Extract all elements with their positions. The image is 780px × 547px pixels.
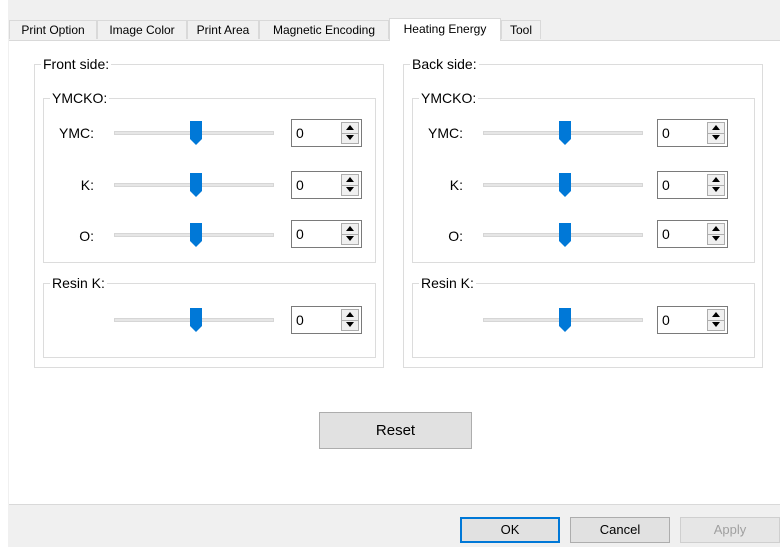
front-k-value[interactable]: 0 bbox=[296, 176, 304, 194]
back-ymcko-title: YMCKO: bbox=[419, 89, 479, 107]
spin-down-arrow-icon[interactable] bbox=[708, 234, 724, 244]
front-side-group: Front side: YMCKO: YMC: 0 K: 0 O: 0 Resi… bbox=[34, 55, 384, 368]
front-resin-spin-buttons bbox=[341, 309, 359, 331]
front-k-spinbox[interactable]: 0 bbox=[291, 171, 362, 199]
back-resin-spin-buttons bbox=[707, 309, 725, 331]
back-resin-spinbox[interactable]: 0 bbox=[657, 306, 728, 334]
front-ymcko-title: YMCKO: bbox=[50, 89, 110, 107]
back-ymc-label: YMC: bbox=[428, 125, 463, 141]
reset-button[interactable]: Reset bbox=[319, 412, 472, 449]
heating-energy-panel: Front side: YMCKO: YMC: 0 K: 0 O: 0 Resi… bbox=[9, 40, 780, 505]
back-side-title: Back side: bbox=[410, 55, 479, 73]
back-o-slider-thumb[interactable] bbox=[559, 223, 571, 247]
back-resin-value[interactable]: 0 bbox=[662, 311, 670, 329]
spin-down-arrow-icon[interactable] bbox=[708, 320, 724, 330]
front-k-label: K: bbox=[80, 177, 94, 193]
back-ymc-spin-buttons bbox=[707, 122, 725, 144]
front-ymc-label: YMC: bbox=[59, 125, 94, 141]
front-o-spinbox[interactable]: 0 bbox=[291, 220, 362, 248]
front-side-title: Front side: bbox=[41, 55, 112, 73]
apply-button[interactable]: Apply bbox=[680, 517, 780, 543]
front-o-value[interactable]: 0 bbox=[296, 225, 304, 243]
left-edge bbox=[0, 0, 8, 547]
back-side-group: Back side: YMCKO: YMC: 0 K: 0 O: 0 Resin… bbox=[403, 55, 763, 368]
back-k-spinbox[interactable]: 0 bbox=[657, 171, 728, 199]
tab-print-area[interactable]: Print Area bbox=[187, 20, 259, 39]
tab-image-color[interactable]: Image Color bbox=[97, 20, 187, 39]
back-ymc-value[interactable]: 0 bbox=[662, 124, 670, 142]
back-o-value[interactable]: 0 bbox=[662, 225, 670, 243]
back-k-value[interactable]: 0 bbox=[662, 176, 670, 194]
spin-down-arrow-icon[interactable] bbox=[342, 133, 358, 143]
back-k-slider-thumb[interactable] bbox=[559, 173, 571, 197]
front-resin-title: Resin K: bbox=[50, 274, 107, 292]
front-ymc-spinbox[interactable]: 0 bbox=[291, 119, 362, 147]
spin-down-arrow-icon[interactable] bbox=[708, 185, 724, 195]
front-ymc-spin-buttons bbox=[341, 122, 359, 144]
back-resin-group: Resin K: 0 bbox=[412, 274, 755, 358]
front-o-spin-buttons bbox=[341, 223, 359, 245]
back-k-label: K: bbox=[449, 177, 463, 193]
back-resin-slider-thumb[interactable] bbox=[559, 308, 571, 332]
back-o-spinbox[interactable]: 0 bbox=[657, 220, 728, 248]
tab-heating-energy[interactable]: Heating Energy bbox=[389, 18, 501, 41]
back-ymc-spinbox[interactable]: 0 bbox=[657, 119, 728, 147]
back-ymc-slider-thumb[interactable] bbox=[559, 121, 571, 145]
tab-tool[interactable]: Tool bbox=[501, 20, 541, 39]
tab-print-option[interactable]: Print Option bbox=[9, 20, 97, 39]
spin-down-arrow-icon[interactable] bbox=[708, 133, 724, 143]
front-o-label: O: bbox=[79, 228, 94, 244]
front-ymcko-group: YMCKO: YMC: 0 K: 0 O: 0 bbox=[43, 89, 376, 263]
back-k-spin-buttons bbox=[707, 174, 725, 196]
spin-down-arrow-icon[interactable] bbox=[342, 185, 358, 195]
back-resin-title: Resin K: bbox=[419, 274, 476, 292]
front-ymc-slider-thumb[interactable] bbox=[190, 121, 202, 145]
front-resin-spinbox[interactable]: 0 bbox=[291, 306, 362, 334]
cancel-button[interactable]: Cancel bbox=[570, 517, 670, 543]
front-o-slider-thumb[interactable] bbox=[190, 223, 202, 247]
spin-down-arrow-icon[interactable] bbox=[342, 320, 358, 330]
spin-down-arrow-icon[interactable] bbox=[342, 234, 358, 244]
front-resin-slider-thumb[interactable] bbox=[190, 308, 202, 332]
front-resin-group: Resin K: 0 bbox=[43, 274, 376, 358]
back-o-spin-buttons bbox=[707, 223, 725, 245]
front-ymc-value[interactable]: 0 bbox=[296, 124, 304, 142]
tab-magnetic-encoding[interactable]: Magnetic Encoding bbox=[259, 20, 389, 39]
front-resin-value[interactable]: 0 bbox=[296, 311, 304, 329]
back-o-label: O: bbox=[448, 228, 463, 244]
back-ymcko-group: YMCKO: YMC: 0 K: 0 O: 0 bbox=[412, 89, 755, 263]
front-k-spin-buttons bbox=[341, 174, 359, 196]
ok-button[interactable]: OK bbox=[460, 517, 560, 543]
front-k-slider-thumb[interactable] bbox=[190, 173, 202, 197]
